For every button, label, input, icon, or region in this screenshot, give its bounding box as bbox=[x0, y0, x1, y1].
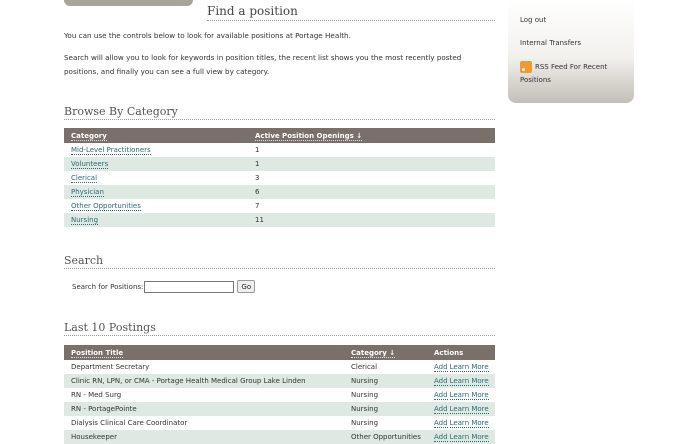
category-link[interactable]: Physician bbox=[71, 188, 104, 197]
column-header-actions: Actions bbox=[427, 345, 495, 360]
learn-more-link[interactable]: Learn More bbox=[449, 419, 489, 428]
opening-count: 3 bbox=[255, 174, 260, 182]
learn-more-link[interactable]: Learn More bbox=[449, 405, 489, 414]
table-row: Mid-Level Practitioners 1 bbox=[64, 143, 495, 157]
intro-paragraph-1: You can use the controls below to look f… bbox=[64, 31, 351, 40]
search-section-title: Search bbox=[64, 254, 495, 269]
sidebar-item-log-out[interactable]: Log out bbox=[520, 16, 546, 24]
table-row: RN - PortagePointe Nursing Add Learn More bbox=[64, 402, 495, 416]
column-header-openings[interactable]: Active Position Openings ↓ bbox=[248, 128, 495, 143]
position-title: Dialysis Clinical Care Coordinator bbox=[71, 419, 188, 427]
table-row: Other Opportunities 7 bbox=[64, 199, 495, 213]
table-row: Volunteers 1 bbox=[64, 157, 495, 171]
column-header-category[interactable]: Category ↓ bbox=[344, 345, 427, 360]
table-row: Clinic RN, LPN, or CMA - Portage Health … bbox=[64, 374, 495, 388]
position-title: RN - PortagePointe bbox=[64, 402, 344, 416]
page-title: Find a position bbox=[207, 4, 495, 21]
column-header-category[interactable]: Category bbox=[64, 128, 248, 143]
browse-section-title: Browse By Category bbox=[64, 105, 495, 120]
category-link[interactable]: Clerical bbox=[71, 174, 98, 183]
category-link[interactable]: Other Opportunities bbox=[71, 202, 141, 211]
rss-icon bbox=[520, 61, 532, 73]
position-title: Department Secretary bbox=[71, 363, 150, 371]
opening-count: 1 bbox=[255, 146, 260, 154]
rss-label-continued: Positions bbox=[520, 76, 551, 84]
table-row: Nursing 11 bbox=[64, 213, 495, 227]
position-category: Clerical bbox=[351, 363, 378, 371]
table-row: Clerical 3 bbox=[64, 171, 495, 185]
add-link[interactable]: Add bbox=[434, 391, 448, 400]
category-link[interactable]: Volunteers bbox=[71, 160, 109, 169]
learn-more-link[interactable]: Learn More bbox=[449, 391, 489, 400]
position-title: Clinic RN, LPN, or CMA - Portage Health … bbox=[64, 374, 344, 388]
rss-label: RSS Feed For Recent bbox=[535, 63, 608, 71]
table-row: Physician 6 bbox=[64, 185, 495, 199]
position-title: Housekeeper bbox=[64, 430, 344, 444]
opening-count: 6 bbox=[248, 185, 495, 199]
column-header-position-title[interactable]: Position Title bbox=[64, 345, 344, 360]
learn-more-link[interactable]: Learn More bbox=[449, 377, 489, 386]
table-row: Department Secretary Clerical Add Learn M… bbox=[64, 360, 495, 374]
sidebar-item-rss-feed[interactable]: RSS Feed For Recent Positions bbox=[520, 61, 607, 87]
add-link[interactable]: Add bbox=[434, 419, 448, 428]
search-form: Search for Positions: Go bbox=[72, 280, 256, 293]
opening-count: 1 bbox=[248, 157, 495, 171]
postings-section-title: Last 10 Postings bbox=[64, 321, 495, 336]
position-category: Other Opportunities bbox=[344, 430, 427, 444]
opening-count: 11 bbox=[248, 213, 495, 227]
category-link[interactable]: Nursing bbox=[71, 216, 99, 225]
opening-count: 7 bbox=[255, 202, 260, 210]
table-row: Housekeeper Other Opportunities Add Learn… bbox=[64, 430, 495, 444]
search-input[interactable] bbox=[144, 280, 235, 293]
category-table: Category Active Position Openings ↓ Mid-… bbox=[64, 128, 495, 227]
position-category: Nursing bbox=[344, 402, 427, 416]
add-link[interactable]: Add bbox=[434, 405, 448, 414]
table-row: RN - Med Surg Nursing Add Learn More bbox=[64, 388, 495, 402]
sidebar-panel: Log out Internal Transfers RSS Feed For … bbox=[508, 0, 634, 103]
go-button[interactable]: Go bbox=[237, 280, 256, 293]
position-category: Nursing bbox=[351, 391, 379, 399]
table-row: Dialysis Clinical Care Coordinator Nursi… bbox=[64, 416, 495, 430]
postings-table: Position Title Category ↓ Actions Depart… bbox=[64, 345, 495, 444]
add-link[interactable]: Add bbox=[434, 363, 448, 372]
search-label: Search for Positions: bbox=[72, 282, 144, 291]
learn-more-link[interactable]: Learn More bbox=[449, 363, 489, 372]
position-title: RN - Med Surg bbox=[71, 391, 122, 399]
sidebar-item-internal-transfers[interactable]: Internal Transfers bbox=[520, 39, 581, 47]
add-link[interactable]: Add bbox=[434, 377, 448, 386]
position-category: Nursing bbox=[344, 374, 427, 388]
position-category: Nursing bbox=[351, 419, 379, 427]
category-link[interactable]: Mid-Level Practitioners bbox=[71, 146, 151, 155]
intro-text: You can use the controls below to look f… bbox=[64, 29, 495, 87]
intro-paragraph-2: Search will allow you to look for keywor… bbox=[64, 53, 462, 76]
top-tab-decoration bbox=[64, 0, 193, 6]
